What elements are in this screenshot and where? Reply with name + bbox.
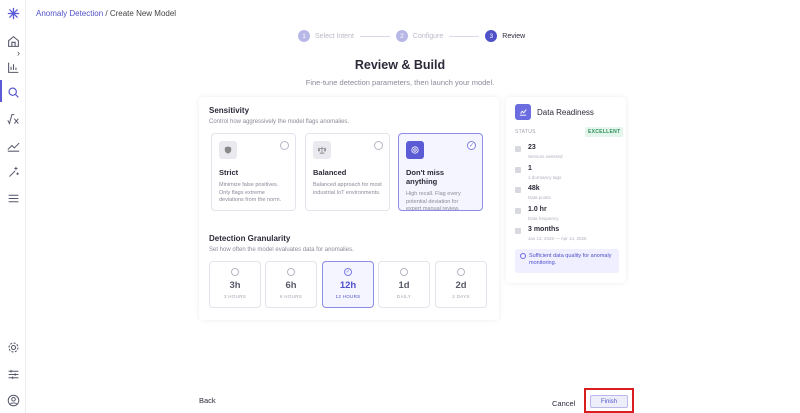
formula-icon[interactable]	[5, 111, 21, 127]
shield-icon	[219, 141, 237, 159]
trend-icon[interactable]	[5, 137, 21, 153]
configuration-panel: Sensitivity Control how aggressively the…	[199, 97, 499, 320]
metric-label: Data points	[528, 195, 551, 200]
metric-label: Jan 13, 2026 — Apr 14, 2026	[528, 236, 587, 241]
readiness-note: Sufficient data quality for anomaly moni…	[515, 249, 619, 273]
logo-icon[interactable]	[5, 5, 21, 21]
sensor-icon	[515, 146, 521, 152]
menu-icon[interactable]	[5, 190, 21, 206]
metric-value: 1	[528, 165, 532, 172]
metric-label: 1 dormancy tags	[528, 175, 562, 180]
data-readiness-title: Data Readiness	[537, 108, 594, 117]
granularity-value: 6h	[285, 280, 297, 291]
radio-button[interactable]	[457, 268, 465, 276]
page-title: Review & Build	[354, 58, 446, 72]
calendar-icon	[515, 228, 521, 234]
user-avatar-icon[interactable]	[5, 392, 21, 408]
granularity-option-1d[interactable]: 1d DAILY	[378, 261, 430, 308]
data-readiness-card: Data Readiness STATUS EXCELLENT 23 Senso…	[506, 97, 626, 283]
balance-scale-icon	[313, 141, 331, 159]
granularity-value: 1d	[398, 280, 410, 291]
granularity-option-12h[interactable]: ✓ 12h 12 HOURS	[322, 261, 374, 308]
readiness-chart-icon	[515, 104, 531, 120]
step-number: 1	[298, 30, 310, 42]
sensitivity-option-balanced[interactable]: Balanced Balanced approach for most indu…	[305, 133, 390, 211]
expand-chevron-icon[interactable]: ›	[17, 48, 20, 58]
status-badge: EXCELLENT	[585, 127, 624, 137]
step-configure[interactable]: 2 Configure	[395, 30, 444, 42]
tag-icon	[515, 167, 521, 173]
option-description: High recall. Flag every potential deviat…	[406, 191, 461, 212]
option-description: Balanced approach for most industrial Io…	[313, 182, 382, 196]
step-number: 3	[485, 30, 498, 42]
status-label: STATUS	[515, 129, 536, 135]
sliders-icon[interactable]	[5, 366, 21, 382]
granularity-option-2d[interactable]: 2d 2 DAYS	[435, 261, 487, 308]
radio-button[interactable]	[374, 141, 383, 150]
breadcrumb-parent-link[interactable]: Anomaly Detection	[36, 9, 103, 18]
step-connector	[359, 35, 390, 37]
home-icon[interactable]	[5, 33, 21, 49]
option-name: Balanced	[313, 168, 347, 177]
radio-checked-icon[interactable]: ✓	[344, 268, 352, 276]
granularity-sublabel: 12 HOURS	[335, 294, 361, 299]
granularity-sublabel: 3 HOURS	[223, 294, 247, 299]
metric-label: Sensors selected	[528, 154, 563, 159]
sensitivity-description: Control how aggressively the model flags…	[209, 119, 350, 125]
finish-button[interactable]: Finish	[590, 395, 628, 408]
granularity-title: Detection Granularity	[209, 234, 291, 243]
breadcrumb-current: Create New Model	[109, 9, 177, 18]
sensitivity-option-dont-miss-anything[interactable]: ✓ Don't miss anything High recall. Flag …	[398, 133, 483, 212]
metric-value: 1.0 hr	[528, 206, 547, 213]
wizard-stepper: 1 Select Intent 2 Configure 3 Review	[298, 30, 525, 42]
step-connector	[449, 35, 480, 37]
granularity-sublabel: DAILY	[396, 294, 412, 299]
breadcrumb-separator: /	[103, 9, 110, 18]
granularity-value: 2d	[455, 280, 467, 291]
radio-button[interactable]	[280, 141, 289, 150]
step-review[interactable]: 3 Review	[485, 30, 525, 42]
finish-button-highlight: Finish	[584, 388, 634, 413]
radio-button[interactable]	[400, 268, 408, 276]
granularity-sublabel: 6 HOURS	[279, 294, 303, 299]
database-icon	[515, 187, 521, 193]
breadcrumb: Anomaly Detection / Create New Model	[36, 9, 176, 18]
option-name: Don't miss anything	[406, 168, 445, 186]
metric-value: 3 months	[528, 226, 560, 233]
page-subtitle: Fine-tune detection parameters, then lau…	[305, 78, 495, 87]
metric-value: 23	[528, 144, 536, 151]
step-label: Configure	[412, 32, 444, 40]
sparkle-icon[interactable]	[5, 164, 21, 180]
cancel-button[interactable]: Cancel	[552, 399, 575, 408]
granularity-option-6h[interactable]: 6h 6 HOURS	[265, 261, 317, 308]
sensitivity-title: Sensitivity	[209, 106, 250, 115]
settings-gear-icon[interactable]	[5, 339, 21, 355]
option-description: Minimize false positives. Only flags ext…	[219, 182, 282, 203]
granularity-sublabel: 2 DAYS	[452, 294, 470, 299]
readiness-note-text: Sufficient data quality for anomaly moni…	[529, 253, 612, 266]
sensitivity-option-strict[interactable]: Strict Minimize false positives. Only fl…	[211, 133, 296, 211]
info-icon	[520, 253, 526, 259]
radio-button[interactable]	[287, 268, 295, 276]
step-select-intent[interactable]: 1 Select Intent	[298, 30, 354, 42]
granularity-option-3h[interactable]: 3h 3 HOURS	[209, 261, 261, 308]
radio-checked-icon[interactable]: ✓	[467, 141, 476, 150]
target-icon	[406, 141, 424, 159]
clock-icon	[515, 208, 521, 214]
option-name: Strict	[219, 168, 239, 177]
granularity-value: 12h	[339, 280, 357, 291]
step-label: Select Intent	[315, 32, 354, 40]
step-label: Review	[502, 32, 526, 40]
metric-label: Data frequency	[528, 216, 559, 221]
radio-button[interactable]	[231, 268, 239, 276]
back-button[interactable]: Back	[199, 396, 216, 405]
metric-value: 48k	[528, 185, 540, 192]
granularity-description: Set how often the model evaluates data f…	[209, 247, 354, 253]
step-number: 2	[395, 30, 408, 42]
granularity-value: 3h	[229, 280, 241, 291]
